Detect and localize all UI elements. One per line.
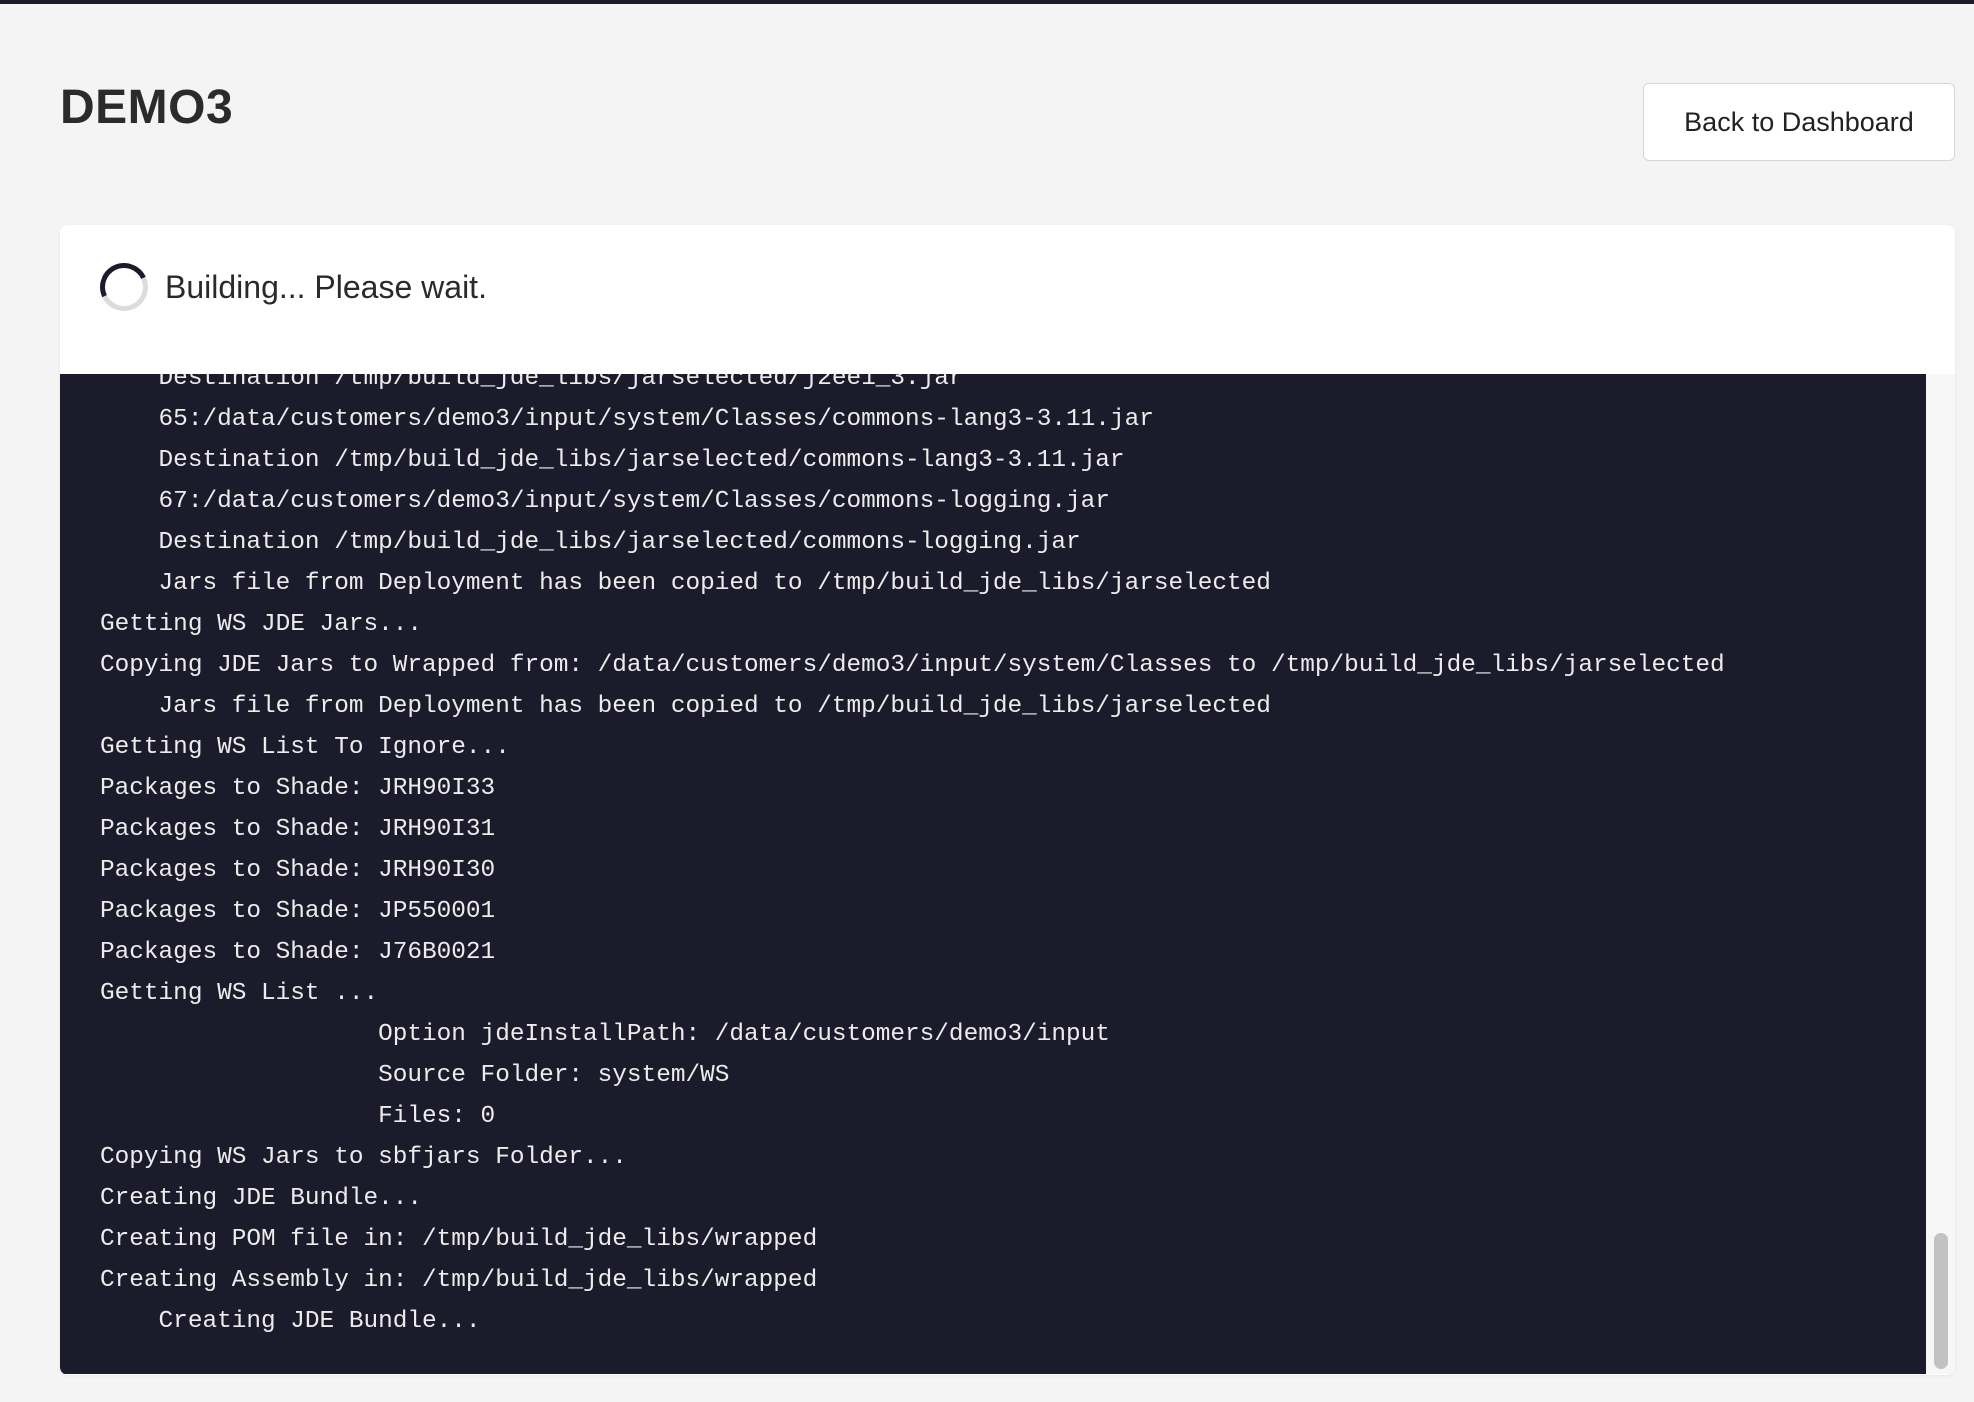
- log-line: Source Folder: system/WS: [100, 1062, 730, 1089]
- status-text: Building... Please wait.: [165, 268, 487, 305]
- log-line: Option jdeInstallPath: /data/customers/d…: [100, 1021, 1110, 1048]
- log-line: Copying JDE Jars to Wrapped from: /data/…: [100, 652, 1725, 679]
- build-status: Building... Please wait.: [93, 256, 487, 318]
- log-line: 65:/data/customers/demo3/input/system/Cl…: [100, 406, 1154, 433]
- log-line: Packages to Shade: JRH90I31: [100, 816, 496, 843]
- log-line: Destination /tmp/build_jde_libs/jarselec…: [100, 529, 1081, 556]
- log-line: Destination /tmp/build_jde_libs/jarselec…: [100, 374, 964, 392]
- log-line: Getting WS List To Ignore...: [100, 734, 510, 761]
- log-line: Creating JDE Bundle...: [100, 1308, 481, 1335]
- loading-spinner-icon: [93, 256, 155, 318]
- log-line: Getting WS List ...: [100, 980, 379, 1007]
- page-title: DEMO3: [60, 81, 234, 134]
- log-line: Creating Assembly in: /tmp/build_jde_lib…: [100, 1267, 818, 1294]
- log-line: Copying WS Jars to sbfjars Folder...: [100, 1144, 627, 1171]
- log-line: Packages to Shade: JP550001: [100, 898, 496, 925]
- log-line: Packages to Shade: JRH90I33: [100, 775, 496, 802]
- log-lines: Destination /tmp/build_jde_libs/jarselec…: [100, 374, 1725, 1342]
- log-line: Creating POM file in: /tmp/build_jde_lib…: [100, 1226, 818, 1253]
- log-line: Destination /tmp/build_jde_libs/jarselec…: [100, 447, 1125, 474]
- log-line: Files: 0: [100, 1103, 496, 1130]
- log-line: Getting WS JDE Jars...: [100, 611, 423, 638]
- log-line: Packages to Shade: J76B0021: [100, 939, 496, 966]
- build-log-console[interactable]: Destination /tmp/build_jde_libs/jarselec…: [60, 374, 1926, 1374]
- console-scrollbar-track[interactable]: [1926, 374, 1955, 1374]
- top-bar: [0, 0, 1974, 4]
- log-line: Packages to Shade: JRH90I30: [100, 857, 496, 884]
- back-to-dashboard-button[interactable]: Back to Dashboard: [1643, 83, 1955, 161]
- log-line: Creating JDE Bundle...: [100, 1185, 423, 1212]
- log-line: Jars file from Deployment has been copie…: [100, 570, 1271, 597]
- build-card: Building... Please wait. Destination /tm…: [60, 225, 1955, 1375]
- console-scrollbar-thumb[interactable]: [1934, 1233, 1948, 1369]
- log-line: 67:/data/customers/demo3/input/system/Cl…: [100, 488, 1110, 515]
- log-line: Jars file from Deployment has been copie…: [100, 693, 1271, 720]
